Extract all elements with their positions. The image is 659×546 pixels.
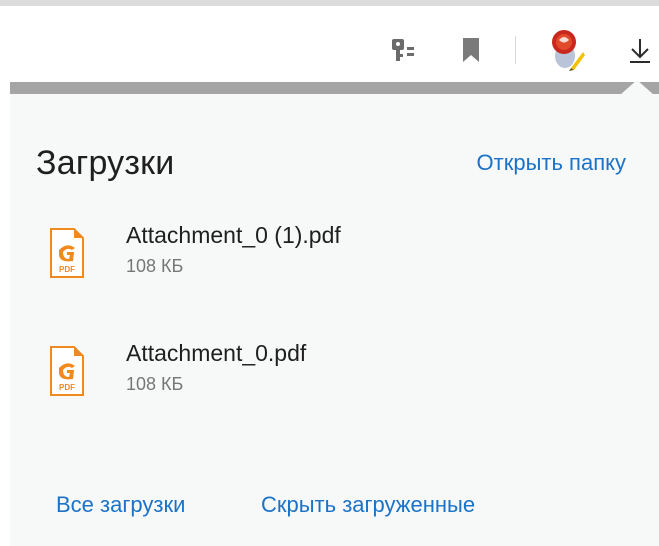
file-size: 108 КБ [126, 374, 184, 394]
all-downloads-link[interactable]: Все загрузки [56, 492, 185, 518]
downloads-icon[interactable] [627, 37, 653, 65]
file-name: Attachment_0.pdf [126, 340, 307, 366]
pdf-file-icon: PDF [50, 228, 84, 278]
toolbar-separator [515, 36, 516, 64]
panel-pointer [620, 80, 654, 95]
downloads-panel: Загрузки Открыть папку PDF Attachment_0 … [10, 94, 659, 546]
svg-text:PDF: PDF [59, 265, 75, 274]
panel-title: Загрузки [36, 144, 175, 182]
file-size: 108 КБ [126, 256, 184, 276]
open-folder-link[interactable]: Открыть папку [477, 150, 626, 176]
file-name: Attachment_0 (1).pdf [126, 222, 341, 248]
bookmark-icon[interactable] [460, 36, 482, 64]
key-password-icon[interactable] [389, 37, 417, 63]
download-item[interactable]: PDF Attachment_0.pdf 108 КБ [50, 340, 630, 416]
extension-avatar-icon[interactable] [547, 28, 587, 72]
svg-text:PDF: PDF [59, 383, 75, 392]
browser-toolbar [0, 6, 659, 82]
pdf-file-icon: PDF [50, 346, 84, 396]
hide-downloaded-link[interactable]: Скрыть загруженные [261, 492, 475, 518]
panel-header-strip [10, 82, 659, 94]
download-item[interactable]: PDF Attachment_0 (1).pdf 108 КБ [50, 222, 630, 298]
